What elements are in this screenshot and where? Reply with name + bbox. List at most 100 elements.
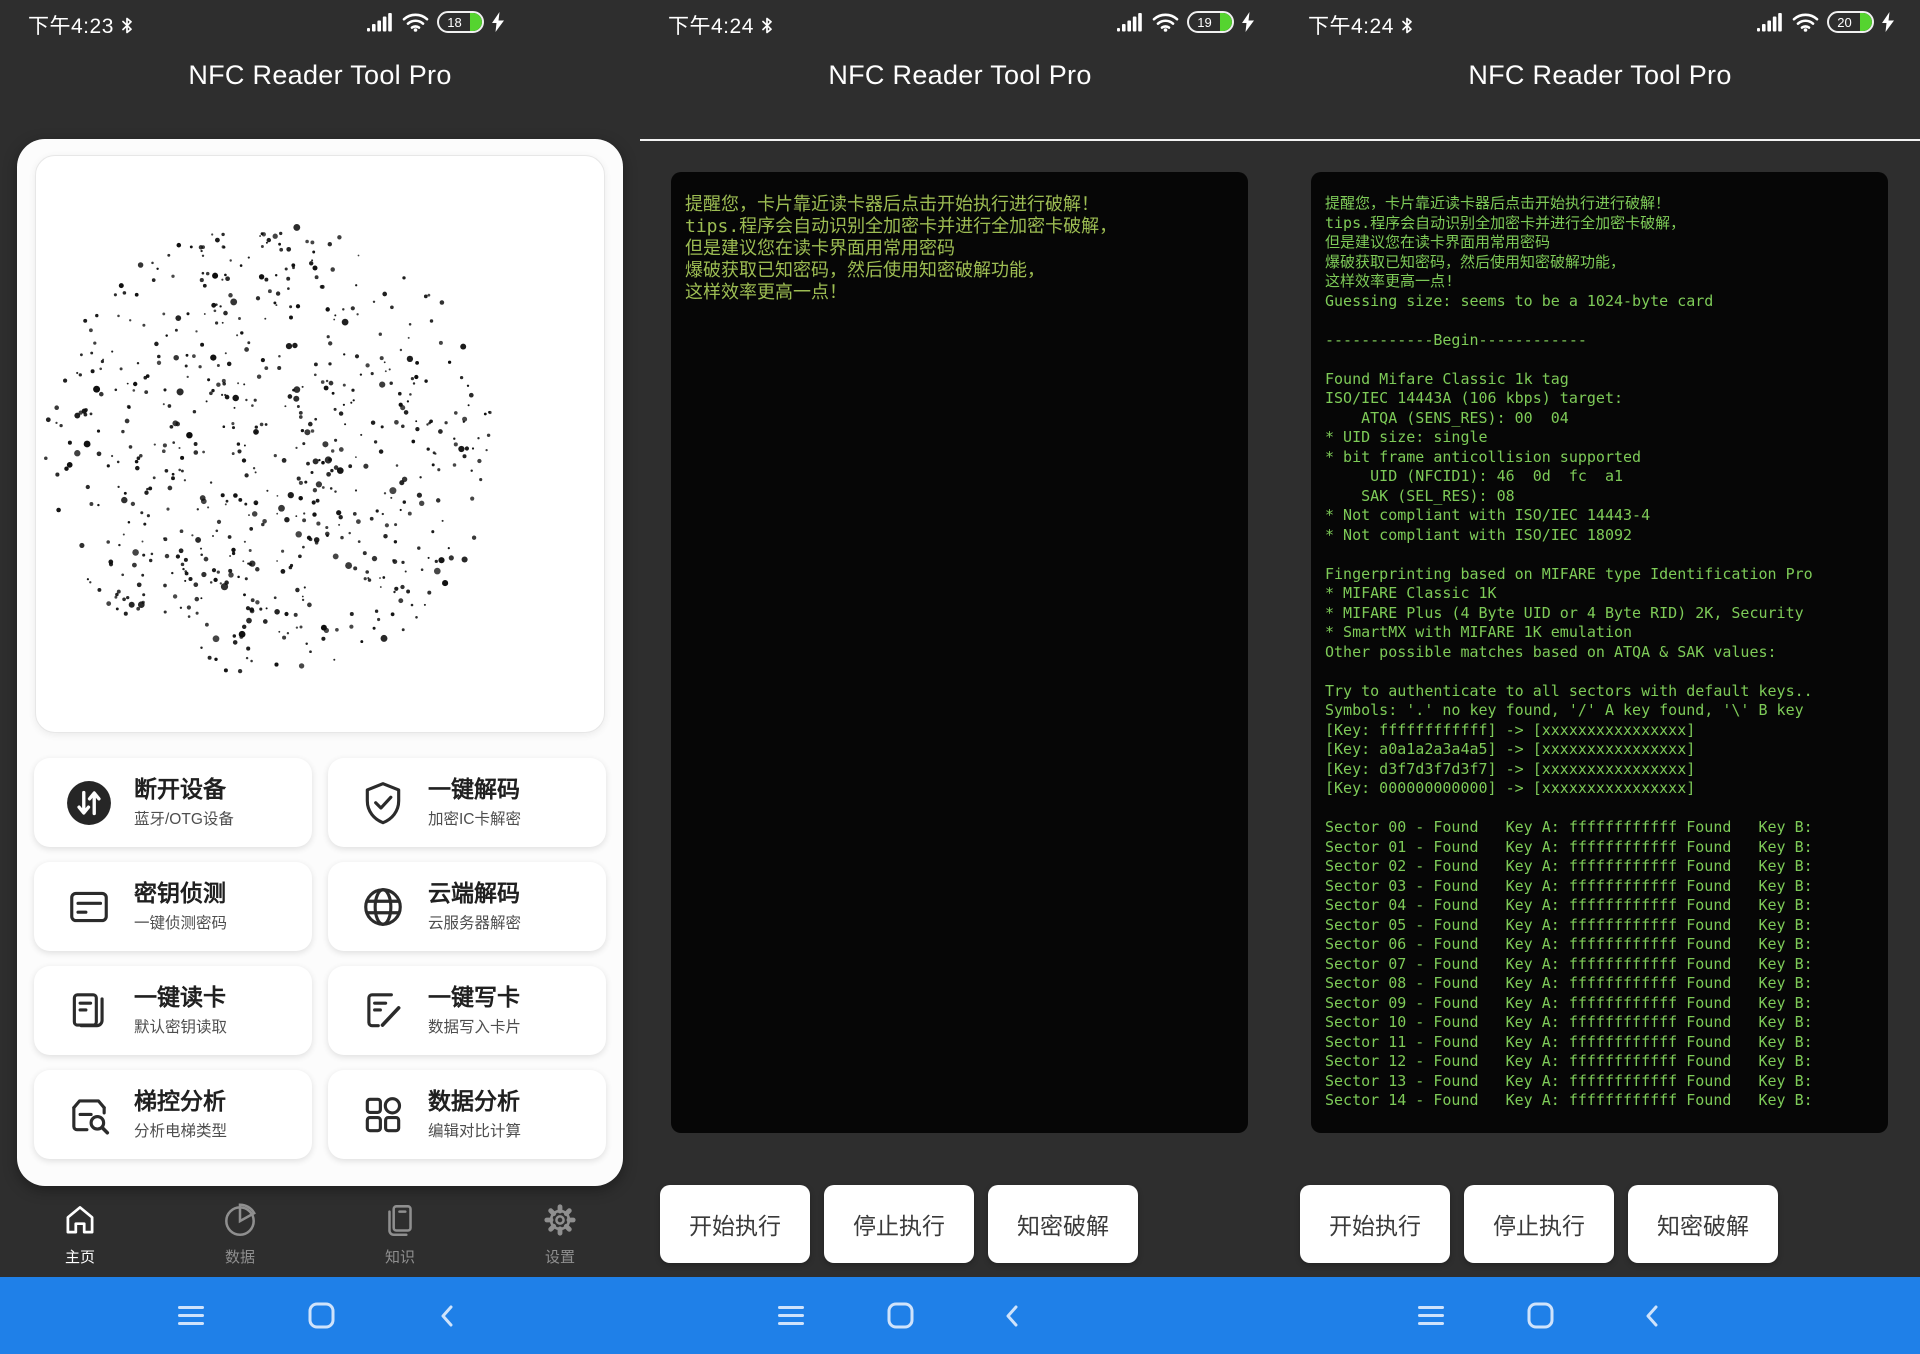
action-key-detect[interactable]: 密钥侦测 一键侦测密码 [34,862,312,951]
action-data-analysis[interactable]: 数据分析 编辑对比计算 [328,1070,606,1159]
navbar-home-button[interactable] [291,1277,351,1354]
action-title: 梯控分析 [134,1088,227,1114]
back-chevron-icon [441,1305,453,1327]
signal-icon [1117,12,1144,32]
home-square-icon [1527,1302,1554,1329]
tab-label: 主页 [65,1246,95,1267]
terminal-output: 提醒您，卡片靠近读卡器后点击开始执行进行破解！ tips.程序会自动识别全加密卡… [671,172,1248,314]
android-navbar [640,1277,1280,1354]
battery-level: 20 [1829,13,1860,31]
action-button-row: 开始执行 停止执行 知密破解 [640,1185,1280,1263]
action-button-row: 开始执行 停止执行 知密破解 [1280,1185,1920,1263]
status-time: 下午4:24 [1308,10,1394,40]
menu-icon [1418,1306,1444,1325]
tab-home[interactable]: 主页 [0,1190,160,1277]
status-bar-right: 19 [1117,11,1254,33]
status-time: 下午4:23 [28,10,114,40]
action-elevator-analysis[interactable]: 梯控分析 分析电梯类型 [34,1070,312,1159]
battery-icon: 19 [1187,11,1234,33]
tab-data[interactable]: 数据 [160,1190,320,1277]
tab-settings[interactable]: 设置 [480,1190,640,1277]
action-subtitle: 蓝牙/OTG设备 [134,807,234,829]
home-square-icon [308,1302,335,1329]
dotted-sphere-image [35,155,605,733]
android-navbar [1280,1277,1920,1354]
wifi-icon [402,12,429,32]
start-execute-button[interactable]: 开始执行 [660,1185,810,1263]
data-grid-icon [360,1092,406,1138]
action-subtitle: 数据写入卡片 [428,1015,521,1037]
battery-icon: 20 [1827,11,1874,33]
battery-icon: 18 [437,11,484,33]
sphere-dots-graphic [36,156,605,733]
navbar-home-button[interactable] [1510,1277,1570,1354]
action-cloud-decode[interactable]: 云端解码 云服务器解密 [328,862,606,951]
globe-icon [360,884,406,930]
terminal-output: 提醒您，卡片靠近读卡器后点击开始执行进行破解！ tips.程序会自动识别全加密卡… [1311,172,1888,1121]
action-title: 一键写卡 [428,984,521,1010]
screen-crack-result: 下午4:24 20 NFC Reader Tool Pro 提醒您，卡片靠近读卡… [1280,0,1920,1354]
key-card-icon [66,884,112,930]
title-divider [640,139,1280,141]
navbar-menu-button[interactable] [1401,1277,1461,1354]
battery-charge-fill [1860,13,1872,31]
screen-home: 下午4:23 18 NFC Reader Tool Pro 断开设备 蓝牙/OT… [0,0,640,1354]
shield-check-icon [360,780,406,826]
signal-icon [367,12,394,32]
action-subtitle: 一键侦测密码 [134,911,227,933]
charging-bolt-icon [492,12,504,32]
action-title: 一键解码 [428,776,521,802]
battery-level: 18 [439,13,470,31]
title-divider [1280,139,1920,141]
navbar-menu-button[interactable] [161,1277,221,1354]
screen-crack-idle: 下午4:24 19 NFC Reader Tool Pro 提醒您，卡片靠近读卡… [640,0,1280,1354]
action-title: 密钥侦测 [134,880,227,906]
wifi-icon [1152,12,1179,32]
battery-charge-fill [1220,13,1232,31]
back-chevron-icon [1646,1305,1658,1327]
stop-execute-button[interactable]: 停止执行 [824,1185,974,1263]
action-subtitle: 云服务器解密 [428,911,521,933]
tab-knowledge[interactable]: 知识 [320,1190,480,1277]
signal-icon [1757,12,1784,32]
battery-charge-fill [470,13,482,31]
bluetooth-icon [1401,17,1413,34]
menu-icon [778,1306,804,1325]
tab-label: 知识 [385,1246,415,1267]
home-square-icon [887,1302,914,1329]
status-bar-right: 20 [1757,11,1894,33]
navbar-back-button[interactable] [1622,1277,1682,1354]
known-key-crack-button[interactable]: 知密破解 [988,1185,1138,1263]
tab-label: 设置 [545,1246,575,1267]
android-navbar [0,1277,640,1354]
books-icon [380,1200,420,1240]
navbar-back-button[interactable] [417,1277,477,1354]
page-title: NFC Reader Tool Pro [0,60,640,91]
action-title: 数据分析 [428,1088,521,1114]
action-subtitle: 分析电梯类型 [134,1119,227,1141]
page-title: NFC Reader Tool Pro [1280,60,1920,91]
status-bar-left: 下午4:24 [1308,10,1413,40]
wifi-icon [1792,12,1819,32]
action-subtitle: 编辑对比计算 [428,1119,521,1141]
menu-icon [178,1306,204,1325]
battery-level: 19 [1189,13,1220,31]
navbar-back-button[interactable] [982,1277,1042,1354]
action-subtitle: 加密IC卡解密 [428,807,521,829]
action-one-key-read[interactable]: 一键读卡 默认密钥读取 [34,966,312,1055]
navbar-menu-button[interactable] [761,1277,821,1354]
tab-label: 数据 [225,1246,255,1267]
navbar-home-button[interactable] [870,1277,930,1354]
stop-execute-button[interactable]: 停止执行 [1464,1185,1614,1263]
action-title: 云端解码 [428,880,521,906]
action-one-key-write[interactable]: 一键写卡 数据写入卡片 [328,966,606,1055]
swap-arrows-icon [66,780,112,826]
three-screenshot-strip: 下午4:23 18 NFC Reader Tool Pro 断开设备 蓝牙/OT… [0,0,1920,1354]
start-execute-button[interactable]: 开始执行 [1300,1185,1450,1263]
elevator-search-icon [66,1092,112,1138]
terminal-log-box: 提醒您，卡片靠近读卡器后点击开始执行进行破解！ tips.程序会自动识别全加密卡… [1311,172,1888,1133]
home-icon [60,1200,100,1240]
action-disconnect-device[interactable]: 断开设备 蓝牙/OTG设备 [34,758,312,847]
action-one-key-decode[interactable]: 一键解码 加密IC卡解密 [328,758,606,847]
known-key-crack-button[interactable]: 知密破解 [1628,1185,1778,1263]
